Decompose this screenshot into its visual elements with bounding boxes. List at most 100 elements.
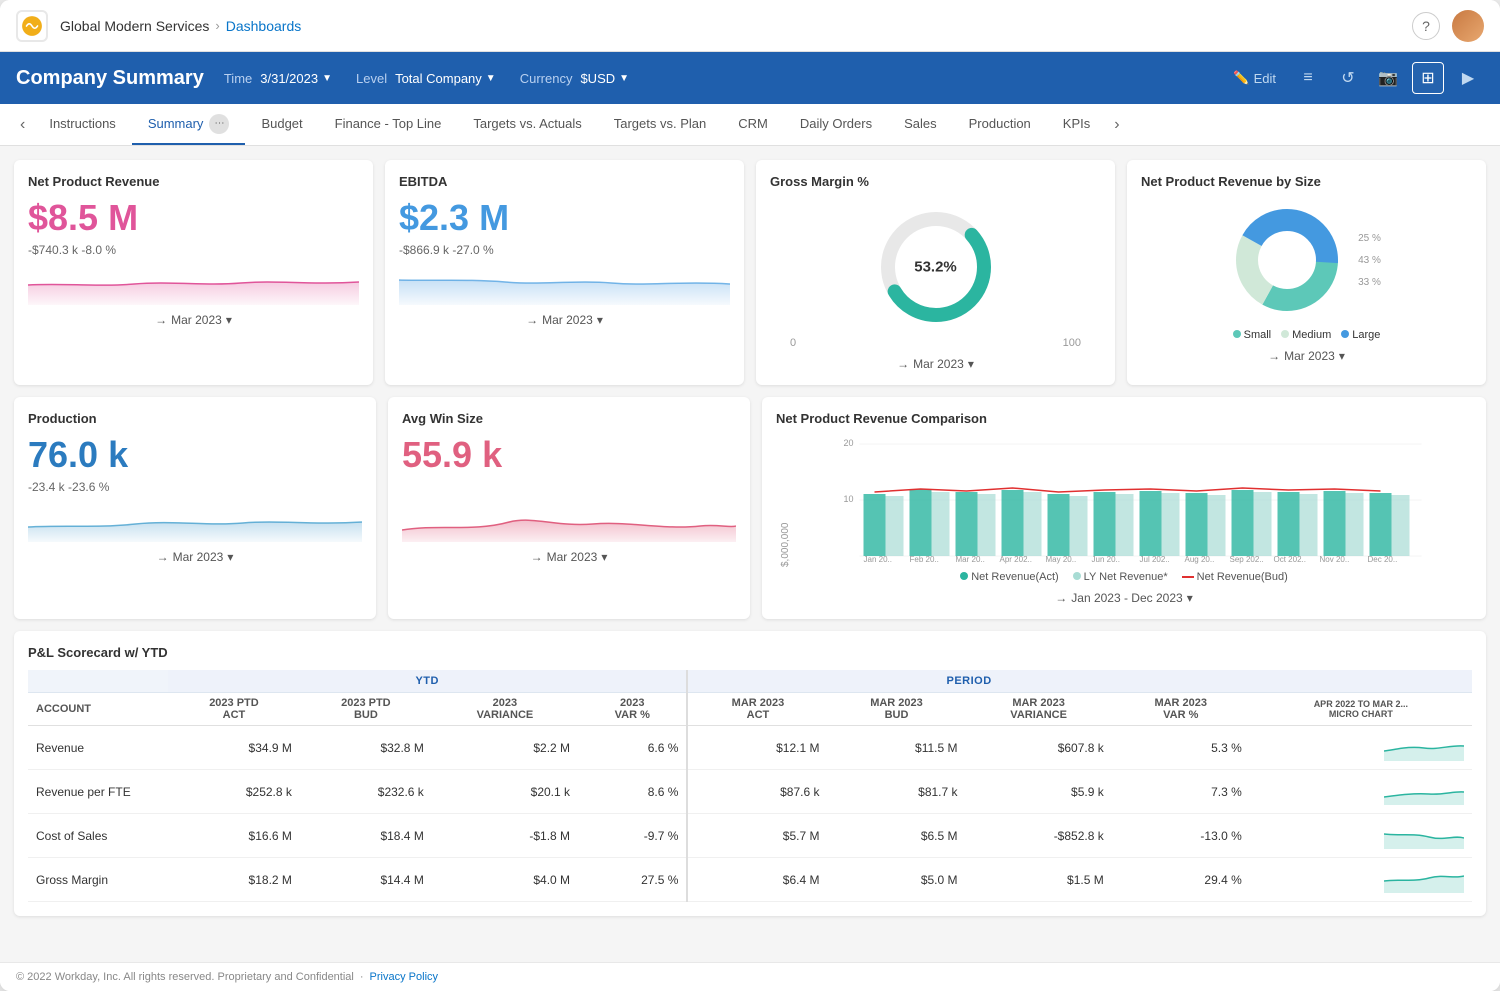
tab-summary-more[interactable]: ⋯ bbox=[209, 114, 229, 134]
help-button[interactable]: ? bbox=[1412, 12, 1440, 40]
workday-logo bbox=[16, 10, 48, 42]
revfte-per-act: $87.6 k bbox=[687, 770, 827, 814]
footer-caret-icon5: ▾ bbox=[227, 550, 233, 564]
revenue-ytd-var: $2.2 M bbox=[432, 726, 578, 770]
nav-separator: › bbox=[215, 18, 219, 33]
account-revenue: Revenue bbox=[28, 726, 168, 770]
revenue-comparison-footer[interactable]: → Jan 2023 - Dec 2023 ▾ bbox=[776, 591, 1472, 605]
tab-sales[interactable]: Sales bbox=[888, 104, 953, 145]
size-donut-container: 25 % 43 % 33 % bbox=[1141, 197, 1472, 323]
time-filter[interactable]: 3/31/2023 ▼ bbox=[260, 71, 332, 86]
tab-finance[interactable]: Finance - Top Line bbox=[319, 104, 458, 145]
revfte-per-varpct: 7.3 % bbox=[1112, 770, 1250, 814]
avg-win-size-delta bbox=[402, 480, 736, 494]
th-ytd-bud: 2023 PTDBUD bbox=[300, 693, 432, 726]
currency-filter[interactable]: $USD ▼ bbox=[580, 71, 629, 86]
revenue-comparison-title: Net Product Revenue Comparison bbox=[776, 411, 1472, 426]
revenue-per-var: $607.8 k bbox=[966, 726, 1112, 770]
footer: © 2022 Workday, Inc. All rights reserved… bbox=[0, 962, 1500, 991]
revfte-ytd-var: $20.1 k bbox=[432, 770, 578, 814]
ebitda-chart bbox=[399, 265, 730, 305]
ebitda-card: EBITDA $2.3 M -$866.9 k -27.0 % → Mar 20… bbox=[385, 160, 744, 385]
cos-per-bud: $6.5 M bbox=[827, 814, 965, 858]
gm-ytd-varpct: 27.5 % bbox=[578, 858, 687, 902]
revenue-micro bbox=[1250, 726, 1472, 770]
revenue-comparison-card: Net Product Revenue Comparison $,000,000… bbox=[762, 397, 1486, 619]
level-filter[interactable]: Total Company ▼ bbox=[395, 71, 496, 86]
revenue-ytd-act: $34.9 M bbox=[168, 726, 300, 770]
tab-summary[interactable]: Summary ⋯ bbox=[132, 104, 246, 145]
revenue-ytd-varpct: 6.6 % bbox=[578, 726, 687, 770]
refresh-button[interactable]: ↺ bbox=[1332, 62, 1364, 94]
time-label: Time bbox=[224, 71, 252, 86]
avg-win-size-footer[interactable]: → Mar 2023 ▾ bbox=[402, 550, 736, 564]
gross-margin-footer[interactable]: → Mar 2023 ▾ bbox=[770, 357, 1101, 371]
screenshot-button[interactable]: 📷 bbox=[1372, 62, 1404, 94]
filter-button[interactable]: ≡ bbox=[1292, 62, 1324, 94]
production-title: Production bbox=[28, 411, 362, 426]
revenue-per-act: $12.1 M bbox=[687, 726, 827, 770]
edit-button[interactable]: ✏️ Edit bbox=[1225, 66, 1284, 90]
footer-arrow-icon3: → bbox=[897, 357, 909, 371]
svg-text:Aug 20..: Aug 20.. bbox=[1185, 555, 1215, 564]
svg-text:Jun 20..: Jun 20.. bbox=[1092, 555, 1120, 564]
net-product-revenue-size-footer[interactable]: → Mar 2023 ▾ bbox=[1141, 349, 1472, 363]
tab-crm[interactable]: CRM bbox=[722, 104, 784, 145]
size-pct-25: 25 % bbox=[1358, 227, 1381, 249]
table-row: Cost of Sales $16.6 M $18.4 M -$1.8 M -9… bbox=[28, 814, 1472, 858]
dashboards-link[interactable]: Dashboards bbox=[226, 18, 302, 34]
tab-daily-orders[interactable]: Daily Orders bbox=[784, 104, 888, 145]
gross-margin-title: Gross Margin % bbox=[770, 174, 1101, 189]
net-product-revenue-size-card: Net Product Revenue by Size 25 bbox=[1127, 160, 1486, 385]
svg-text:Dec 20..: Dec 20.. bbox=[1368, 555, 1398, 564]
cos-ytd-var: -$1.8 M bbox=[432, 814, 578, 858]
gm-ytd-act: $18.2 M bbox=[168, 858, 300, 902]
gm-per-act: $6.4 M bbox=[687, 858, 827, 902]
tabs-next-button[interactable]: › bbox=[1106, 104, 1127, 145]
size-pct-33: 33 % bbox=[1358, 271, 1381, 293]
gm-per-bud: $5.0 M bbox=[827, 858, 965, 902]
privacy-policy-link[interactable]: Privacy Policy bbox=[370, 971, 438, 983]
net-product-revenue-footer[interactable]: → Mar 2023 ▾ bbox=[28, 313, 359, 327]
user-avatar[interactable] bbox=[1452, 10, 1484, 42]
tab-budget[interactable]: Budget bbox=[245, 104, 318, 145]
svg-text:20: 20 bbox=[844, 438, 854, 448]
tab-targets-plan[interactable]: Targets vs. Plan bbox=[598, 104, 723, 145]
tab-production[interactable]: Production bbox=[953, 104, 1047, 145]
ebitda-delta: -$866.9 k -27.0 % bbox=[399, 243, 730, 257]
net-product-revenue-value: $8.5 M bbox=[28, 197, 359, 239]
ebitda-footer[interactable]: → Mar 2023 ▾ bbox=[399, 313, 730, 327]
legend-large: Large bbox=[1341, 329, 1380, 341]
svg-text:Apr 202..: Apr 202.. bbox=[1000, 555, 1032, 564]
cos-per-act: $5.7 M bbox=[687, 814, 827, 858]
cos-ytd-varpct: -9.7 % bbox=[578, 814, 687, 858]
tab-instructions[interactable]: Instructions bbox=[33, 104, 131, 145]
revfte-per-bud: $81.7 k bbox=[827, 770, 965, 814]
revenue-per-bud: $11.5 M bbox=[827, 726, 965, 770]
th-per-bud: MAR 2023BUD bbox=[827, 693, 965, 726]
scale-min: 0 bbox=[790, 337, 796, 349]
revenue-comparison-chart-area: $,000,000 20 10 bbox=[776, 434, 1472, 567]
grid-button[interactable]: ⊞ bbox=[1412, 62, 1444, 94]
legend-net-actual: Net Revenue(Act) bbox=[960, 571, 1058, 583]
production-footer[interactable]: → Mar 2023 ▾ bbox=[28, 550, 362, 564]
tab-targets-actuals[interactable]: Targets vs. Actuals bbox=[457, 104, 597, 145]
header-actions: ✏️ Edit ≡ ↺ 📷 ⊞ ▶ bbox=[1225, 62, 1484, 94]
production-chart bbox=[28, 502, 362, 542]
tabs-bar: ‹ Instructions Summary ⋯ Budget Finance … bbox=[0, 104, 1500, 146]
revfte-ytd-varpct: 8.6 % bbox=[578, 770, 687, 814]
revfte-per-var: $5.9 k bbox=[966, 770, 1112, 814]
nav-right: ? bbox=[1412, 10, 1484, 42]
y-axis-label: $,000,000 bbox=[776, 434, 791, 567]
tabs-prev-button[interactable]: ‹ bbox=[12, 104, 33, 145]
table-row: Revenue per FTE $252.8 k $232.6 k $20.1 … bbox=[28, 770, 1472, 814]
company-name: Global Modern Services bbox=[60, 18, 209, 34]
footer-arrow-icon7: → bbox=[1055, 591, 1067, 605]
gross-margin-center: 53.2% bbox=[914, 259, 957, 276]
presentation-button[interactable]: ▶ bbox=[1452, 62, 1484, 94]
account-gross-margin: Gross Margin bbox=[28, 858, 168, 902]
revfte-ytd-bud: $232.6 k bbox=[300, 770, 432, 814]
net-product-revenue-chart bbox=[28, 265, 359, 305]
net-product-revenue-card: Net Product Revenue $8.5 M -$740.3 k -8.… bbox=[14, 160, 373, 385]
tab-kpis[interactable]: KPIs bbox=[1047, 104, 1106, 145]
